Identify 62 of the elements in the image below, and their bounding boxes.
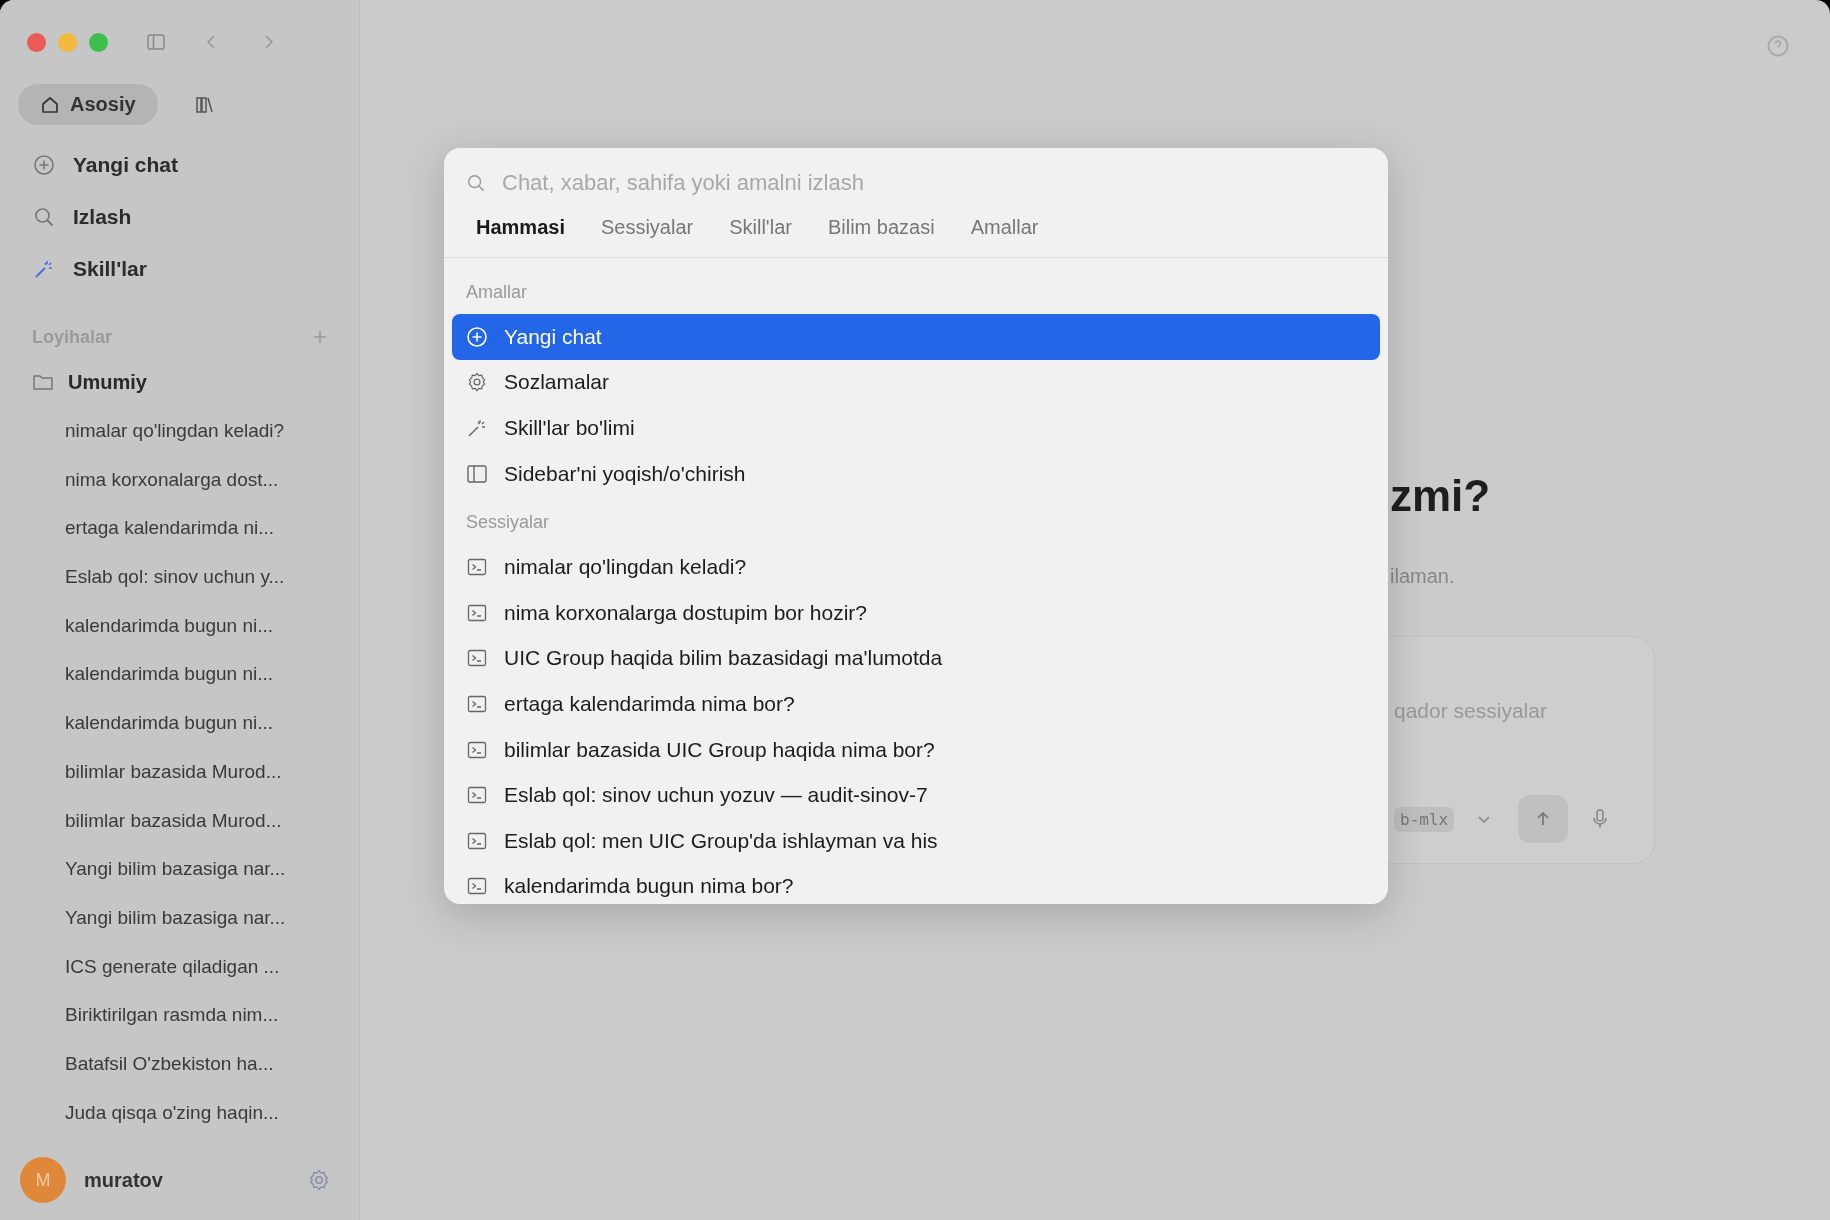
plus-circle-icon — [466, 325, 488, 348]
close-button[interactable] — [27, 32, 46, 52]
session-item[interactable]: bilimlar bazasida Murod... — [18, 747, 341, 797]
filter-tab[interactable]: Amallar — [958, 212, 1051, 243]
magic-wand-icon — [466, 417, 488, 439]
sidebar-toggle-icon[interactable] — [146, 32, 166, 52]
minimize-button[interactable] — [58, 32, 77, 52]
session-item[interactable]: Yangi bilim bazasiga nar... — [18, 845, 341, 894]
sidebar-icon — [466, 462, 488, 485]
settings-icon[interactable] — [307, 1168, 331, 1192]
session-item[interactable]: kalendarimda bugun ni... — [18, 601, 341, 651]
result-item[interactable]: UIC Group haqida bilim bazasidagi ma'lumotda — [452, 635, 1380, 682]
session-item[interactable]: Yangi bilim bazasiga nar... — [18, 893, 341, 943]
result-item[interactable]: Eslab qol: men UIC Group'da ishlayman va his — [452, 817, 1380, 864]
session-item[interactable]: Juda qisqa o'zing haqin... — [18, 1088, 341, 1138]
session-item[interactable]: kalendarimda bugun ni... — [18, 650, 341, 700]
filter-tab[interactable]: Sessiyalar — [588, 212, 706, 243]
result-item[interactable]: kalendarimda bugun nima bor? — [452, 863, 1380, 904]
greeting-heading: zmi? — [1390, 470, 1492, 522]
home-icon — [40, 94, 60, 115]
add-icon[interactable] — [313, 330, 327, 344]
filter-tab[interactable]: Bilim bazasi — [815, 212, 947, 243]
section-heading: Amallar — [465, 281, 528, 304]
search-icon — [33, 206, 55, 228]
plus-circle-icon — [33, 154, 55, 176]
session-item[interactable]: Eslab qol: sinov uchun y... — [18, 553, 341, 602]
send-button[interactable] — [1518, 795, 1569, 843]
result-item[interactable]: nima korxonalarga dostupim bor hozir? — [452, 589, 1380, 636]
session-item[interactable]: bilimlar bazasida Murod... — [18, 796, 341, 846]
result-item[interactable]: Eslab qol: sinov uchun yozuv — audit-sinov-7 — [452, 772, 1380, 818]
result-item[interactable]: Yangi chat — [452, 314, 1380, 360]
nav-item[interactable]: Izlash — [18, 191, 341, 243]
nav-item[interactable]: Skill'lar — [18, 243, 341, 295]
user-name: muratov — [84, 1168, 164, 1192]
search-icon — [466, 173, 486, 193]
search-field[interactable]: Chat, xabar, sahifa yoki amalni izlash — [502, 170, 1366, 196]
zoom-button[interactable] — [89, 32, 108, 52]
books-icon — [193, 94, 214, 115]
result-item[interactable]: Sozlamalar — [452, 359, 1380, 406]
section-heading: Sessiyalar — [465, 511, 551, 535]
session-item[interactable]: nima korxonalarga dost... — [18, 455, 341, 505]
greeting-subtitle: ilaman. — [1390, 565, 1456, 588]
result-item[interactable]: Skill'lar bo'limi — [452, 405, 1380, 451]
filter-tab[interactable]: Skill'lar — [717, 212, 804, 243]
result-item[interactable]: bilimlar bazasida UIC Group haqida nima bor? — [452, 726, 1380, 773]
magic-wand-icon — [33, 258, 55, 280]
home-tab[interactable]: Asosiy — [18, 84, 158, 125]
session-item[interactable]: kalendarimda bugun ni... — [18, 699, 341, 748]
nav-item[interactable]: Yangi chat — [18, 139, 341, 191]
session-item[interactable]: ertaga kalendarimda ni... — [18, 504, 341, 554]
session-item[interactable]: Biriktirilgan rasmda nim... — [18, 991, 341, 1040]
help-icon[interactable] — [1766, 34, 1790, 58]
result-item[interactable]: nimalar qo'lingdan keladi? — [452, 544, 1380, 590]
settings-icon — [466, 371, 488, 394]
session-item[interactable]: nimalar qo'lingdan keladi? — [18, 407, 341, 456]
result-item[interactable]: Sidebar'ni yoqish/o'chirish — [452, 450, 1380, 497]
folder-icon — [32, 372, 54, 392]
result-item[interactable]: ertaga kalendarimda nima bor? — [452, 681, 1380, 727]
session-item[interactable]: ICS generate qiladigan ... — [18, 942, 341, 992]
folder-item[interactable]: Umumiy — [18, 357, 341, 407]
session-item[interactable]: Batafsil O'zbekiston ha... — [18, 1039, 341, 1089]
filter-tab[interactable]: Hammasi — [464, 212, 577, 243]
